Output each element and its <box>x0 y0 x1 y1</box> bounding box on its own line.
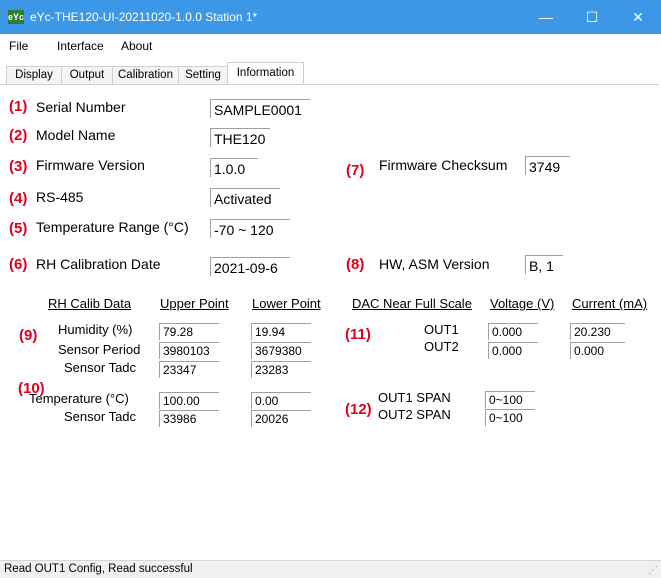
firmware-version-value: 1.0.0 <box>210 158 258 177</box>
dac-out1-label: OUT1 <box>424 322 459 337</box>
dac-out1-current-value: 20.230 <box>570 323 625 340</box>
title-bar[interactable]: eYc eYc-THE120-UI-20211020-1.0.0 Station… <box>0 0 661 34</box>
out2-span-value: 0~100 <box>485 409 535 426</box>
resize-grip-icon[interactable]: ⋰ <box>648 565 658 576</box>
marker-1: (1) <box>9 98 28 115</box>
humidity-label: Humidity (%) <box>58 322 133 337</box>
dac-out2-voltage-value: 0.000 <box>488 342 538 359</box>
temperature-range-label: Temperature Range (°C) <box>36 219 189 235</box>
menu-interface[interactable]: Interface <box>57 39 104 53</box>
dac-out2-current-value: 0.000 <box>570 342 625 359</box>
hw-asm-version-label: HW, ASM Version <box>379 256 490 272</box>
temp-sensor-tadc-upper-value: 33986 <box>159 410 219 427</box>
menu-file[interactable]: File <box>9 39 28 53</box>
rh-sensor-tadc-label: Sensor Tadc <box>64 360 137 375</box>
rh-sensor-tadc-upper-value: 23347 <box>159 361 219 378</box>
menu-bar: File Interface About <box>0 34 661 58</box>
status-bar: Read OUT1 Config, Read successful ⋰ <box>0 560 661 578</box>
humidity-lower-value: 19.94 <box>251 323 311 340</box>
tab-strip: Display Output Calibration Setting Infor… <box>0 58 661 85</box>
tab-calibration[interactable]: Calibration <box>112 66 179 85</box>
app-icon: eYc <box>8 10 25 24</box>
marker-12: (12) <box>345 401 372 418</box>
serial-number-label: Serial Number <box>36 99 126 115</box>
rs485-label: RS-485 <box>36 189 84 205</box>
dac-near-full-scale-header: DAC Near Full Scale <box>352 296 472 311</box>
marker-3: (3) <box>9 158 28 175</box>
firmware-checksum-value: 3749 <box>525 156 570 175</box>
hw-asm-version-value: B, 1 <box>525 255 563 274</box>
temp-sensor-tadc-lower-value: 20026 <box>251 410 311 427</box>
marker-7: (7) <box>346 162 365 179</box>
menu-about[interactable]: About <box>121 39 152 53</box>
serial-number-value: SAMPLE0001 <box>210 99 310 118</box>
tab-setting[interactable]: Setting <box>178 66 228 85</box>
temperature-calib-label: Temperature (°C) <box>29 391 129 406</box>
tab-output[interactable]: Output <box>61 66 113 85</box>
out2-span-label: OUT2 SPAN <box>378 407 451 422</box>
marker-9: (9) <box>19 327 38 344</box>
window-title: eYc-THE120-UI-20211020-1.0.0 Station 1* <box>30 10 258 24</box>
temperature-upper-value: 100.00 <box>159 392 219 409</box>
marker-2: (2) <box>9 127 28 144</box>
dac-out2-label: OUT2 <box>424 339 459 354</box>
temp-sensor-tadc-label: Sensor Tadc <box>64 409 137 424</box>
marker-8: (8) <box>346 256 365 273</box>
marker-4: (4) <box>9 190 28 207</box>
maximize-button[interactable]: ☐ <box>569 0 615 34</box>
firmware-version-label: Firmware Version <box>36 157 145 173</box>
firmware-checksum-label: Firmware Checksum <box>379 157 508 173</box>
out1-span-value: 0~100 <box>485 391 535 408</box>
close-button[interactable]: ✕ <box>615 0 661 34</box>
humidity-upper-value: 79.28 <box>159 323 219 340</box>
current-header: Current (mA) <box>572 296 648 311</box>
marker-6: (6) <box>9 256 28 273</box>
lower-point-header: Lower Point <box>252 296 321 311</box>
temperature-lower-value: 0.00 <box>251 392 311 409</box>
temperature-range-value: -70 ~ 120 <box>210 219 290 238</box>
sensor-period-upper-value: 3980103 <box>159 342 219 359</box>
tab-display[interactable]: Display <box>6 66 62 85</box>
rh-calib-data-header: RH Calib Data <box>48 296 132 311</box>
marker-5: (5) <box>9 220 28 237</box>
model-name-value: THE120 <box>210 128 270 147</box>
upper-point-header: Upper Point <box>160 296 229 311</box>
voltage-header: Voltage (V) <box>490 296 555 311</box>
status-text: Read OUT1 Config, Read successful <box>4 563 193 575</box>
out1-span-label: OUT1 SPAN <box>378 390 451 405</box>
sensor-period-label: Sensor Period <box>58 342 141 357</box>
marker-11: (11) <box>345 326 371 343</box>
dac-out1-voltage-value: 0.000 <box>488 323 538 340</box>
minimize-button[interactable]: — <box>523 0 569 34</box>
sensor-period-lower-value: 3679380 <box>251 342 311 359</box>
rh-calibration-date-value: 2021-09-6 <box>210 257 290 276</box>
rh-sensor-tadc-lower-value: 23283 <box>251 361 311 378</box>
tab-information[interactable]: Information <box>227 62 304 85</box>
rs485-value: Activated <box>210 188 280 207</box>
model-name-label: Model Name <box>36 127 116 143</box>
rh-calibration-date-label: RH Calibration Date <box>36 256 161 272</box>
